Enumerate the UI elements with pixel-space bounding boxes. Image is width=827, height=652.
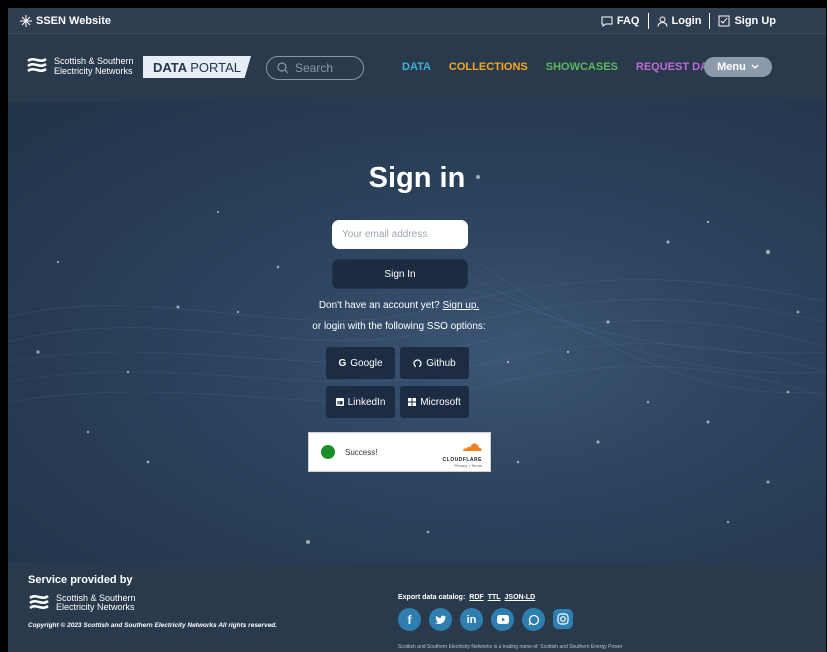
portal-light-text: PORTAL — [190, 59, 242, 75]
copyright-text: Copyright © 2023 Scottish and Southern E… — [28, 622, 278, 629]
footer: Service provided by Scottish & Southern … — [8, 562, 826, 652]
signup-link[interactable]: Sign Up — [718, 15, 776, 27]
export-label: Export data catalog: — [398, 594, 466, 601]
google-icon: G — [338, 357, 347, 369]
data-portal-badge[interactable]: DATA PORTAL — [143, 56, 252, 78]
checkbox-icon — [718, 15, 730, 27]
linkedin-icon — [335, 398, 344, 406]
divider — [647, 13, 649, 29]
ssen-website-link[interactable]: SSEN Website — [20, 14, 111, 27]
facebook-icon[interactable]: f — [398, 608, 421, 631]
export-jsonld-link[interactable]: JSON-LD — [505, 594, 536, 601]
export-catalog: Export data catalog: RDF TTL JSON-LD — [398, 594, 535, 601]
signup-label: Sign Up — [734, 15, 776, 27]
captcha-status: Success! — [345, 447, 378, 457]
logo-line2: Electricity Networks — [54, 66, 133, 76]
nav-showcases[interactable]: SHOWCASES — [546, 61, 618, 73]
search-box[interactable]: Search — [266, 56, 364, 80]
export-rdf-link[interactable]: RDF — [469, 594, 483, 601]
nav-links: DATA COLLECTIONS SHOWCASES REQUEST DATA — [402, 61, 721, 73]
divider — [709, 13, 711, 29]
whatsapp-icon[interactable] — [522, 608, 545, 631]
page-frame: SSEN Website FAQ Login Sign Up Scottish … — [8, 8, 826, 652]
faq-label: FAQ — [616, 15, 640, 27]
nav-data[interactable]: DATA — [402, 61, 431, 73]
github-icon — [413, 358, 422, 368]
faq-link[interactable]: FAQ — [601, 15, 640, 27]
login-link[interactable]: Login — [657, 15, 702, 27]
ssen-wave-logo-icon — [27, 57, 47, 73]
top-bar: SSEN Website FAQ Login Sign Up — [8, 8, 826, 34]
microsoft-sso-button[interactable]: Microsoft — [400, 386, 469, 418]
signin-hero: Sign in Sign In Don't have an account ye… — [8, 102, 826, 562]
google-label: Google — [350, 357, 383, 369]
ssen-website-label: SSEN Website — [36, 14, 111, 27]
email-field[interactable] — [332, 220, 468, 249]
github-label: Github — [426, 357, 456, 369]
page-title: Sign in — [368, 162, 466, 194]
logo-line1: Scottish & Southern — [54, 56, 134, 66]
nav-collections[interactable]: COLLECTIONS — [449, 61, 528, 73]
linkedin-sso-button[interactable]: LinkedIn — [326, 386, 395, 418]
instagram-icon[interactable] — [553, 609, 573, 629]
user-icon — [657, 16, 667, 27]
main-navbar: Scottish & Southern Electricity Networks… — [8, 34, 826, 102]
footer-ssen-logo[interactable]: Scottish & Southern Electricity Networks — [28, 594, 136, 612]
chevron-down-icon — [751, 64, 759, 70]
twitter-icon[interactable] — [429, 608, 452, 631]
export-ttl-link[interactable]: TTL — [488, 594, 501, 601]
account-prompt-text: Don't have an account yet? — [318, 300, 440, 311]
google-sso-button[interactable]: G Google — [326, 347, 395, 379]
snowflake-icon — [20, 14, 32, 27]
account-prompt: Don't have an account yet? Sign up. — [8, 300, 790, 311]
cloudflare-links[interactable]: Privacy • Terms — [443, 463, 482, 468]
ssen-logo[interactable]: Scottish & Southern Electricity Networks — [26, 56, 134, 76]
sso-prompt: or login with the following SSO options: — [312, 321, 486, 332]
microsoft-icon — [408, 398, 417, 406]
menu-button[interactable]: Menu — [704, 57, 772, 77]
chat-bubble-icon — [601, 16, 613, 27]
github-sso-button[interactable]: Github — [400, 347, 469, 379]
success-check-icon — [321, 445, 335, 459]
sign-in-button[interactable]: Sign In — [332, 259, 468, 289]
cloudflare-branding: CLOUDFLARE Privacy • Terms — [443, 439, 482, 468]
microsoft-label: Microsoft — [420, 396, 461, 408]
menu-label: Menu — [717, 61, 746, 73]
service-provided-label: Service provided by — [28, 574, 133, 586]
search-input-placeholder[interactable]: Search — [295, 61, 333, 75]
social-links: f in — [398, 608, 573, 631]
signup-inline-link[interactable]: Sign up. — [442, 300, 479, 311]
cloudflare-captcha-widget[interactable]: Success! CLOUDFLARE Privacy • Terms — [308, 432, 491, 472]
linkedin-label: LinkedIn — [347, 396, 386, 408]
youtube-icon[interactable] — [491, 608, 514, 631]
cloudflare-cloud-icon — [463, 443, 482, 451]
footer-logo-line2: Electricity Networks — [56, 602, 135, 612]
search-icon — [277, 62, 289, 74]
linkedin-icon[interactable]: in — [460, 608, 483, 631]
login-label: Login — [671, 15, 702, 27]
portal-bold-text: DATA — [153, 59, 188, 75]
footer-trading-text: Scottish and Southern Electricity Networ… — [398, 644, 623, 650]
ssen-wave-logo-icon — [29, 594, 49, 610]
